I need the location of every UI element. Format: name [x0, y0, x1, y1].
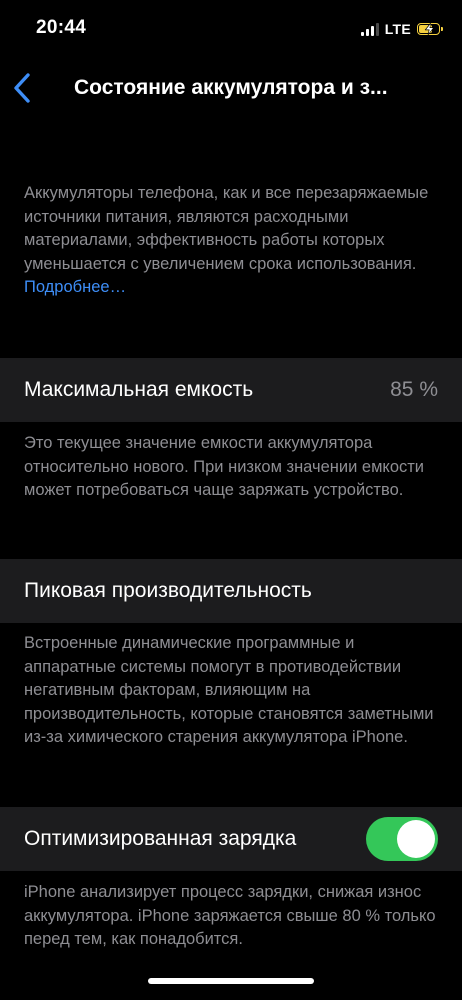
cellular-signal-icon — [360, 22, 379, 36]
max-capacity-description: Это текущее значение емкости аккумулятор… — [24, 434, 425, 499]
max-capacity-label: Максимальная емкость — [24, 378, 254, 401]
optimized-charging-description: iPhone анализирует процесс зарядки, сниж… — [24, 883, 436, 948]
status-icons: LTE — [360, 20, 443, 38]
optimized-charging-toggle[interactable] — [366, 817, 438, 861]
intro-text: Аккумуляторы телефона, как и все перезар… — [24, 184, 429, 273]
back-button[interactable] — [12, 72, 32, 104]
toggle-knob — [397, 820, 435, 858]
max-capacity-value: 85 % — [390, 378, 438, 401]
home-indicator[interactable] — [148, 978, 314, 984]
peak-performance-description: Встроенные динамические программные и ап… — [24, 634, 434, 746]
status-time: 20:44 — [36, 17, 87, 38]
chevron-left-icon — [14, 73, 30, 103]
optimized-charging-cell: Оптимизированная зарядка — [0, 807, 462, 871]
peak-performance-label: Пиковая производительность — [24, 579, 312, 602]
optimized-charging-label: Оптимизированная зарядка — [24, 827, 297, 850]
status-bar: 20:44 LTE — [0, 0, 462, 58]
learn-more-link[interactable]: Подробнее… — [24, 278, 126, 296]
intro-description: Аккумуляторы телефона, как и все перезар… — [24, 182, 444, 300]
battery-charging-icon — [417, 23, 443, 35]
max-capacity-cell: Максимальная емкость 85 % — [0, 358, 462, 422]
page-title: Состояние аккумулятора и з... — [74, 76, 388, 99]
peak-performance-cell: Пиковая производительность — [0, 559, 462, 623]
network-type-label: LTE — [384, 21, 411, 37]
